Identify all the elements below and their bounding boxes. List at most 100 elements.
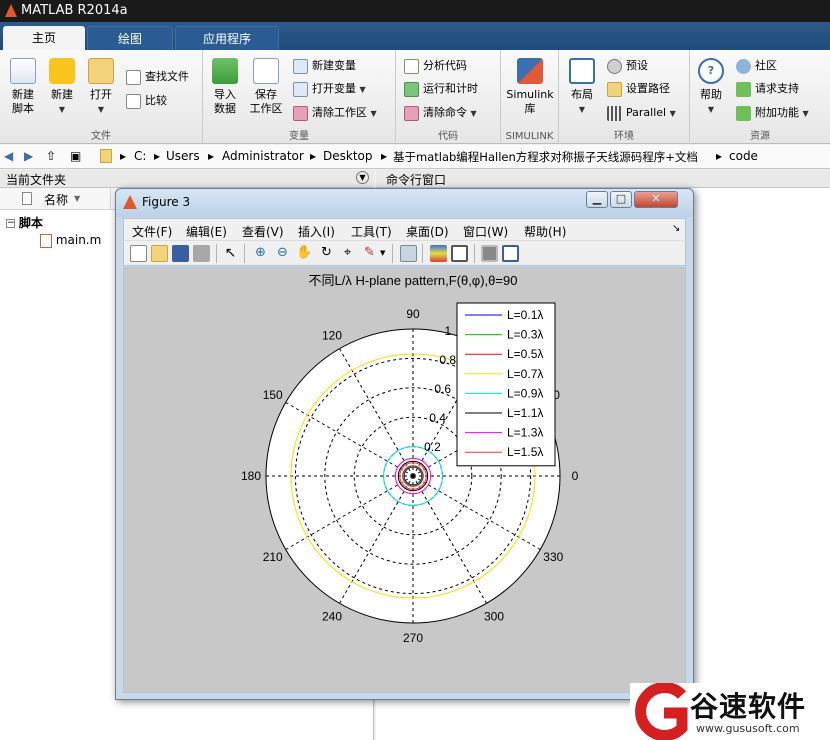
tree-file-row[interactable]: main.m <box>40 233 101 248</box>
menu-insert[interactable]: 插入(I) <box>298 223 335 240</box>
menu-file[interactable]: 文件(F) <box>132 223 172 240</box>
figure-title-bar[interactable]: Figure 3 ▁ □ ✕ <box>116 189 693 217</box>
collapse-icon[interactable]: − <box>6 219 15 228</box>
open-var-label: 打开变量 <box>312 82 356 95</box>
menu-window[interactable]: 窗口(W) <box>463 223 508 240</box>
zoom-in-icon[interactable]: ⊕ <box>252 245 269 262</box>
dock-arrow-icon[interactable]: ↘ <box>672 223 680 234</box>
parallel-button[interactable]: Parallel ▼ <box>607 103 676 123</box>
menu-view[interactable]: 查看(V) <box>242 223 284 240</box>
request-support-button[interactable]: 请求支持 <box>736 79 799 99</box>
pointer-icon[interactable]: ↖ <box>222 245 239 262</box>
find-files-button[interactable]: 查找文件 <box>126 67 189 87</box>
menu-help[interactable]: 帮助(H) <box>524 223 566 240</box>
show-plot-tools-icon[interactable] <box>502 245 519 262</box>
tab-plots[interactable]: 绘图 <box>87 26 173 50</box>
toolbar-separator <box>422 244 423 263</box>
run-and-time-button[interactable]: 运行和计时 <box>404 79 478 99</box>
community-button[interactable]: 社区 <box>736 56 777 76</box>
group-file: 新建 脚本 新建 ▼ 打开 ▼ 查找文件 比较 文件 <box>0 50 203 144</box>
new-script-button[interactable]: 新建 脚本 <box>6 58 40 116</box>
import-data-button[interactable]: 导入 数据 <box>207 58 243 116</box>
menu-tools[interactable]: 工具(T) <box>351 223 392 240</box>
clear-commands-button[interactable]: 清除命令 ▼ <box>404 103 477 123</box>
group-environment-label: 环境 <box>614 131 634 142</box>
import-label: 导入 数据 <box>214 88 236 115</box>
breadcrumb-administrator[interactable]: Administrator <box>222 149 304 163</box>
panel-menu-icon[interactable]: ▼ <box>356 171 369 184</box>
open-variable-icon <box>293 81 308 97</box>
angle-tick-label: 300 <box>484 609 504 623</box>
open-file-icon[interactable] <box>151 245 168 262</box>
data-cursor-icon[interactable]: ⌖ <box>339 245 356 262</box>
save-workspace-button[interactable]: 保存 工作区 <box>247 58 285 116</box>
save-icon[interactable] <box>172 245 189 262</box>
browse-folder-icon[interactable]: ▣ <box>70 149 81 163</box>
community-icon <box>736 58 751 74</box>
breadcrumb-project-folder[interactable]: 基于matlab编程Hallen方程求对称振子天线源码程序+文档 <box>393 149 698 165</box>
new-figure-icon[interactable] <box>130 245 147 262</box>
command-window-title: 命令行窗口 <box>386 173 447 187</box>
minimize-button[interactable]: ▁ <box>586 191 608 208</box>
brush-icon[interactable]: ✎ <box>361 245 378 262</box>
up-folder-icon[interactable]: ⇧ <box>46 149 56 163</box>
column-divider[interactable] <box>110 188 111 210</box>
tab-apps[interactable]: 应用程序 <box>175 26 279 50</box>
tab-home[interactable]: 主页 <box>3 26 85 50</box>
close-button[interactable]: ✕ <box>634 191 678 208</box>
layout-button[interactable]: 布局 ▼ <box>565 58 599 117</box>
breadcrumb-code[interactable]: code <box>729 149 758 163</box>
set-path-button[interactable]: 设置路径 <box>607 79 670 99</box>
clear-workspace-button[interactable]: 清除工作区 ▼ <box>293 103 377 123</box>
matlab-logo-icon <box>5 4 17 17</box>
clear-ws-label: 清除工作区 <box>312 106 367 119</box>
legend-entry: L=0.7λ <box>507 367 543 381</box>
legend-icon[interactable] <box>451 245 468 262</box>
analyze-code-button[interactable]: 分析代码 <box>404 56 467 76</box>
menu-desktop[interactable]: 桌面(D) <box>406 223 449 240</box>
rotate-3d-icon[interactable]: ↻ <box>318 245 335 262</box>
legend-entry: L=0.3λ <box>507 328 543 342</box>
dropdown-arrow-icon[interactable]: ▼ <box>380 249 385 257</box>
new-variable-button[interactable]: 新建变量 <box>293 56 356 76</box>
simulink-library-button[interactable]: Simulink 库 <box>503 58 557 116</box>
figure-title: Figure 3 <box>142 195 191 209</box>
open-button[interactable]: 打开 ▼ <box>84 58 118 117</box>
new-var-label: 新建变量 <box>312 59 356 72</box>
preferences-button[interactable]: 预设 <box>607 56 648 76</box>
add-ons-button[interactable]: 附加功能 ▼ <box>736 103 809 123</box>
figure-canvas[interactable]: 不同L/λ H-plane pattern,F(θ,φ),θ=90 90 120 1… <box>123 267 686 693</box>
breadcrumb-users[interactable]: Users <box>166 149 200 163</box>
new-button[interactable]: 新建 ▼ <box>46 58 78 117</box>
back-arrow-icon[interactable]: ◀ <box>4 149 13 163</box>
breadcrumb-desktop[interactable]: Desktop <box>323 149 373 163</box>
print-icon[interactable] <box>193 245 210 262</box>
folder-icon <box>100 149 112 163</box>
forward-arrow-icon[interactable]: ▶ <box>24 149 33 163</box>
radial-tick-label: 0.2 <box>424 440 441 454</box>
new-script-label: 新建 脚本 <box>12 88 34 115</box>
menu-edit[interactable]: 编辑(E) <box>186 223 227 240</box>
breadcrumb-drive[interactable]: C: <box>134 149 146 163</box>
group-simulink: Simulink 库 SIMULINK <box>501 50 559 144</box>
legend[interactable]: L=0.1λ L=0.3λ L=0.5λ L=0.7λ L=0.9λ L=1.1λ L=1.… <box>456 302 556 467</box>
pan-hand-icon[interactable]: ✋ <box>296 245 313 262</box>
open-variable-button[interactable]: 打开变量 ▼ <box>293 79 366 99</box>
polar-plot[interactable]: 不同L/λ H-plane pattern,F(θ,φ),θ=90 90 120 1… <box>124 268 685 692</box>
hide-plot-tools-icon[interactable] <box>481 245 498 262</box>
link-plot-icon[interactable] <box>400 245 417 262</box>
help-button[interactable]: ? 帮助 ▼ <box>696 58 726 117</box>
compare-button[interactable]: 比较 <box>126 91 167 111</box>
watermark-brand: 谷速软件 <box>690 690 807 723</box>
figure-window[interactable]: Figure 3 ▁ □ ✕ 文件(F) 编辑(E) 查看(V) 插入(I) 工… <box>115 188 694 700</box>
colorbar-icon[interactable] <box>430 245 447 262</box>
toolbar-separator <box>392 244 393 263</box>
tree-folder-row[interactable]: − 脚本 <box>6 214 43 231</box>
sort-arrow-icon[interactable]: ▼ <box>74 194 80 203</box>
zoom-out-icon[interactable]: ⊖ <box>274 245 291 262</box>
current-folder-title: 当前文件夹 <box>6 173 67 187</box>
figure-toolbar: ↖ ⊕ ⊖ ✋ ↻ ⌖ ✎ ▼ <box>123 240 686 266</box>
chart-title: 不同L/λ H-plane pattern,F(θ,φ),θ=90 <box>309 273 518 288</box>
maximize-button[interactable]: □ <box>610 191 632 208</box>
name-column-header[interactable]: 名称 <box>44 191 68 208</box>
